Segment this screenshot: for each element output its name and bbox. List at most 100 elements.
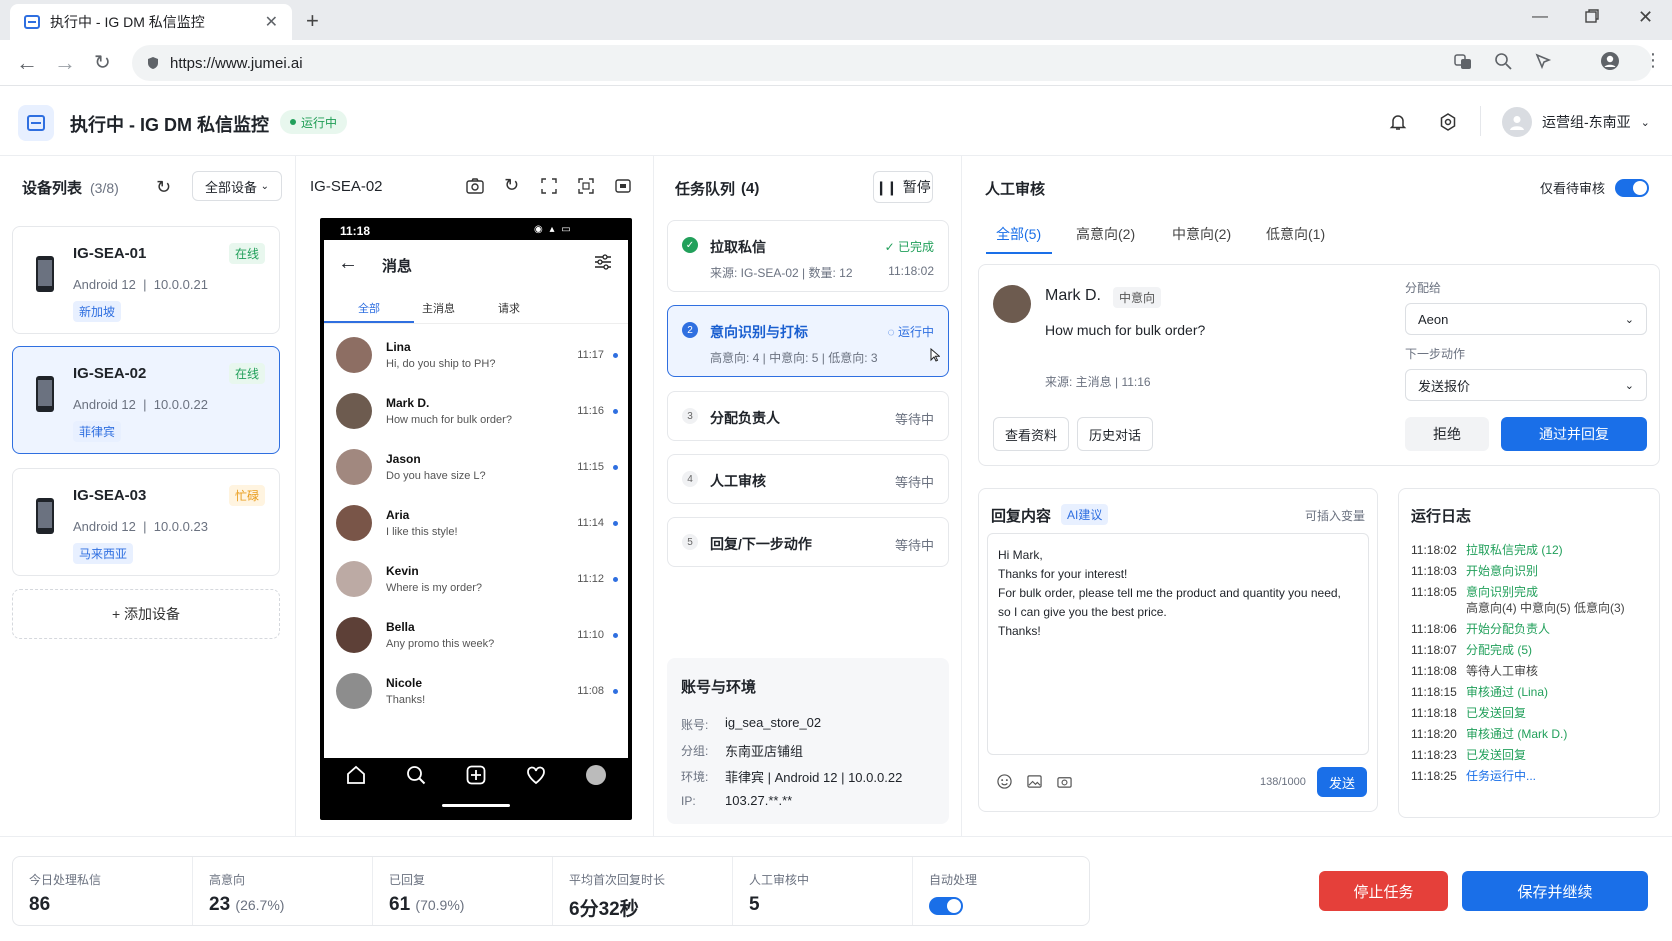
bell-icon[interactable] bbox=[1388, 112, 1408, 132]
review-title: 人工审核 bbox=[985, 181, 1046, 198]
tab-requests[interactable]: 请求 bbox=[498, 300, 520, 316]
home-icon[interactable] bbox=[346, 765, 366, 788]
view-profile-label: 查看资料 bbox=[1004, 427, 1057, 443]
chat-row[interactable]: Bella Any promo this week? 11:10 bbox=[324, 607, 628, 663]
pause-button[interactable]: ❙❙ 暂停 bbox=[873, 171, 933, 203]
review-tab-low[interactable]: 低意向(1) bbox=[1266, 224, 1325, 244]
cursor-icon bbox=[930, 347, 941, 365]
send-button[interactable]: 发送 bbox=[1317, 767, 1367, 797]
log-time: 11:18:23 bbox=[1411, 748, 1457, 762]
auto-process-toggle[interactable] bbox=[929, 897, 963, 915]
extension-icon[interactable] bbox=[1534, 52, 1552, 70]
log-text: 审核通过 (Mark D.) bbox=[1466, 727, 1568, 741]
review-card: Mark D. 中意向 How much for bulk order? 来源:… bbox=[978, 264, 1660, 466]
log-entry: 11:18:23 已发送回复 bbox=[1411, 746, 1526, 763]
chevron-down-icon: ⌄ bbox=[1624, 313, 1634, 326]
user-menu[interactable]: 运营组-东南亚 ⌄ bbox=[1502, 106, 1650, 138]
chat-row[interactable]: Jason Do you have size L? 11:15 bbox=[324, 439, 628, 495]
mirror-device-title: IG-SEA-02 bbox=[310, 178, 383, 195]
new-tab-icon[interactable]: + bbox=[306, 8, 319, 34]
log-text: 已发送回复 bbox=[1466, 748, 1527, 762]
chat-row[interactable]: Nicole Thanks! 11:08 bbox=[324, 663, 628, 719]
chat-row[interactable]: Kevin Where is my order? 11:12 bbox=[324, 551, 628, 607]
run-log-card: 运行日志 11:18:02 拉取私信完成 (12) 11:18:03 开始意向识别 … bbox=[1398, 488, 1660, 818]
emoji-icon[interactable] bbox=[997, 774, 1012, 792]
profile-icon[interactable] bbox=[1600, 51, 1620, 71]
camera-icon[interactable] bbox=[466, 178, 484, 194]
device-card[interactable]: IG-SEA-01 在线 Android 12 | 10.0.0.21 新加坡 bbox=[12, 226, 280, 334]
minimize-icon[interactable]: — bbox=[1532, 8, 1548, 26]
footer-divider bbox=[0, 836, 1672, 837]
device-card[interactable]: IG-SEA-03 忙碌 Android 12 | 10.0.0.23 马来西亚 bbox=[12, 468, 280, 576]
more-menu-icon[interactable]: ⋮ bbox=[1644, 50, 1662, 71]
url-field[interactable]: https://www.jumei.ai bbox=[132, 45, 1652, 81]
task-name: 人工审核 bbox=[710, 473, 766, 489]
reject-button[interactable]: 拒绝 bbox=[1405, 417, 1489, 451]
record-icon[interactable] bbox=[615, 178, 631, 194]
reload-icon[interactable]: ↻ bbox=[94, 50, 111, 75]
save-continue-button[interactable]: 保存并继续 bbox=[1462, 871, 1648, 911]
create-post-icon[interactable] bbox=[466, 765, 486, 788]
task-item[interactable]: 4 人工审核 等待中 bbox=[667, 454, 949, 504]
assign-select[interactable]: Aeon ⌄ bbox=[1405, 303, 1647, 335]
device-filter-select[interactable]: 全部设备 ⌄ bbox=[192, 171, 282, 201]
view-profile-button[interactable]: 查看资料 bbox=[993, 417, 1069, 451]
task-item[interactable]: ✓ 拉取私信 ✓ 已完成 来源: IG-SEA-02 | 数量: 12 11:1… bbox=[667, 220, 949, 292]
heart-icon[interactable] bbox=[526, 765, 546, 788]
forward-icon[interactable]: → bbox=[54, 50, 76, 76]
close-tab-icon[interactable]: ✕ bbox=[265, 12, 278, 32]
tab-primary[interactable]: 主消息 bbox=[422, 300, 455, 316]
review-tab-medium[interactable]: 中意向(2) bbox=[1172, 224, 1231, 244]
chat-time: 11:10 bbox=[577, 629, 604, 641]
next-action-select[interactable]: 发送报价 ⌄ bbox=[1405, 369, 1647, 401]
zoom-icon[interactable] bbox=[1494, 52, 1512, 70]
tab-all[interactable]: 全部 bbox=[358, 300, 380, 316]
back-icon[interactable]: ← bbox=[16, 50, 38, 76]
only-pending-toggle[interactable] bbox=[1615, 178, 1650, 197]
chat-row[interactable]: Lina Hi, do you ship to PH? 11:17 bbox=[324, 327, 628, 383]
account-label: 账号: bbox=[681, 718, 709, 732]
avatar bbox=[336, 673, 372, 709]
task-item-active[interactable]: 2 意向识别与打标 ◌ 运行中 高意向: 4 | 中意向: 5 | 低意向: 3 bbox=[667, 305, 949, 377]
pause-icon: ❙❙ bbox=[875, 178, 897, 195]
back-arrow-icon[interactable]: ← bbox=[338, 252, 358, 275]
search-icon[interactable] bbox=[406, 765, 426, 788]
site-info-icon[interactable] bbox=[146, 56, 160, 70]
translate-icon[interactable] bbox=[1454, 53, 1472, 71]
stop-task-button[interactable]: 停止任务 bbox=[1319, 871, 1448, 911]
reply-line: so I can give you the best price. bbox=[998, 605, 1167, 619]
rotate-icon[interactable]: ↻ bbox=[504, 175, 519, 196]
profile-avatar-icon[interactable] bbox=[586, 765, 606, 785]
refresh-icon[interactable]: ↻ bbox=[156, 177, 171, 198]
avatar bbox=[336, 449, 372, 485]
chat-preview: I like this style! bbox=[386, 526, 458, 538]
task-item[interactable]: 5 回复/下一步动作 等待中 bbox=[667, 517, 949, 567]
camera-icon[interactable] bbox=[1057, 774, 1072, 792]
task-item[interactable]: 3 分配负责人 等待中 bbox=[667, 391, 949, 441]
restore-icon[interactable] bbox=[1585, 9, 1599, 23]
close-window-icon[interactable]: ✕ bbox=[1638, 7, 1653, 28]
insert-variable-link[interactable]: 可插入变量 bbox=[1305, 507, 1365, 524]
review-tab-high[interactable]: 高意向(2) bbox=[1076, 224, 1135, 244]
stat-number: 86 bbox=[29, 894, 51, 915]
fullscreen-icon[interactable] bbox=[541, 178, 557, 194]
chat-row[interactable]: Mark D. How much for bulk order? 11:16 bbox=[324, 383, 628, 439]
device-card-selected[interactable]: IG-SEA-02 在线 Android 12 | 10.0.0.22 菲律宾 bbox=[12, 346, 280, 454]
review-tab-all[interactable]: 全部(5) bbox=[996, 224, 1041, 244]
reply-textarea[interactable]: Hi Mark, Thanks for your interest! For b… bbox=[987, 533, 1369, 755]
approve-reply-button[interactable]: 通过并回复 bbox=[1501, 417, 1647, 451]
stats-bar: 今日处理私信 86 高意向 23 (26.7%) 已回复 61 (70.9%) … bbox=[12, 856, 1090, 926]
gear-icon[interactable] bbox=[1438, 112, 1458, 132]
history-button[interactable]: 历史对话 bbox=[1077, 417, 1153, 451]
chat-row[interactable]: Aria I like this style! 11:14 bbox=[324, 495, 628, 551]
screenshot-area-icon[interactable] bbox=[578, 178, 594, 194]
stat-number: 6分32秒 bbox=[569, 899, 639, 920]
log-time: 11:18:03 bbox=[1411, 564, 1457, 578]
add-device-button[interactable]: + 添加设备 bbox=[12, 589, 280, 639]
filter-sliders-icon[interactable] bbox=[594, 254, 612, 273]
browser-tab[interactable]: 执行中 - IG DM 私信监控 ✕ bbox=[10, 4, 292, 40]
device-status-badge: 忙碌 bbox=[228, 485, 265, 506]
chat-time: 11:08 bbox=[577, 685, 604, 697]
phone-screen[interactable]: ← 消息 全部 主消息 请求 Lina Hi, do you ship to PH… bbox=[324, 240, 628, 758]
image-icon[interactable] bbox=[1027, 774, 1042, 792]
